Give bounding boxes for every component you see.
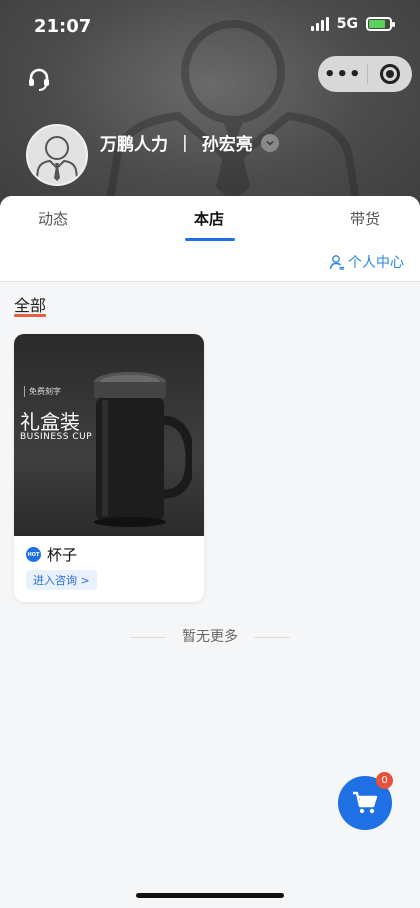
cart-icon: [353, 791, 378, 814]
hot-badge: HOT: [26, 547, 41, 562]
status-bar: 21:07 5G: [0, 0, 420, 54]
battery-icon: [366, 17, 395, 31]
avatar[interactable]: [26, 124, 88, 186]
network-type: 5G: [336, 16, 358, 32]
person-icon: [329, 255, 344, 270]
home-indicator[interactable]: [136, 893, 284, 898]
tab-store[interactable]: 本店: [194, 208, 224, 229]
name-separator: |: [182, 132, 188, 153]
image-title-text: 礼盒装: [20, 410, 80, 434]
product-image[interactable]: 免费刻字 礼盒装 BUSINESS CUP: [14, 334, 204, 536]
tab-dynamics[interactable]: 动态: [38, 208, 68, 229]
product-name: 杯子: [47, 546, 78, 564]
status-icons: 5G: [310, 16, 395, 32]
divider-line-left: [130, 636, 166, 638]
profile-name-row[interactable]: 万鹏人力 | 孙宏亮: [100, 130, 279, 155]
personal-center-label: 个人中心: [348, 255, 404, 271]
status-time: 21:07: [34, 16, 92, 37]
avatar-person-icon: [35, 136, 79, 184]
tab-bar: 动态 本店 带货: [0, 196, 420, 244]
chevron-down-icon[interactable]: [260, 133, 279, 152]
section-underline: [14, 314, 46, 317]
personal-center-link[interactable]: 个人中心: [329, 252, 404, 272]
product-card[interactable]: 免费刻字 礼盒装 BUSINESS CUP HOT 杯子 进入咨询 >: [14, 334, 204, 602]
user-name: 孙宏亮: [201, 135, 253, 155]
section-title[interactable]: 全部: [14, 292, 46, 316]
mini-program-close-icon[interactable]: [368, 64, 412, 84]
tab-live-selling[interactable]: 带货: [350, 208, 380, 229]
no-more-footer: 暂无更多: [0, 626, 420, 646]
active-tab-indicator: [185, 238, 235, 241]
no-more-text: 暂无更多: [182, 629, 238, 645]
store-header: 21:07 5G ••• 万鹏人力 | 孙宏亮: [0, 0, 420, 212]
more-dots-icon[interactable]: •••: [318, 64, 367, 85]
image-tag-text: 免费刻字: [24, 386, 61, 397]
panel-top: 动态 本店 带货 个人中心: [0, 196, 420, 282]
company-name: 万鹏人力: [100, 135, 168, 155]
customer-service-icon[interactable]: [26, 66, 52, 92]
product-name-row[interactable]: HOT 杯子: [26, 544, 77, 565]
cart-count-badge: 0: [376, 772, 393, 789]
divider-line-right: [254, 636, 290, 638]
mug-illustration: [94, 372, 192, 527]
signal-icon: [310, 17, 329, 31]
consult-button[interactable]: 进入咨询 >: [26, 570, 97, 590]
mini-program-capsule: •••: [318, 56, 412, 92]
